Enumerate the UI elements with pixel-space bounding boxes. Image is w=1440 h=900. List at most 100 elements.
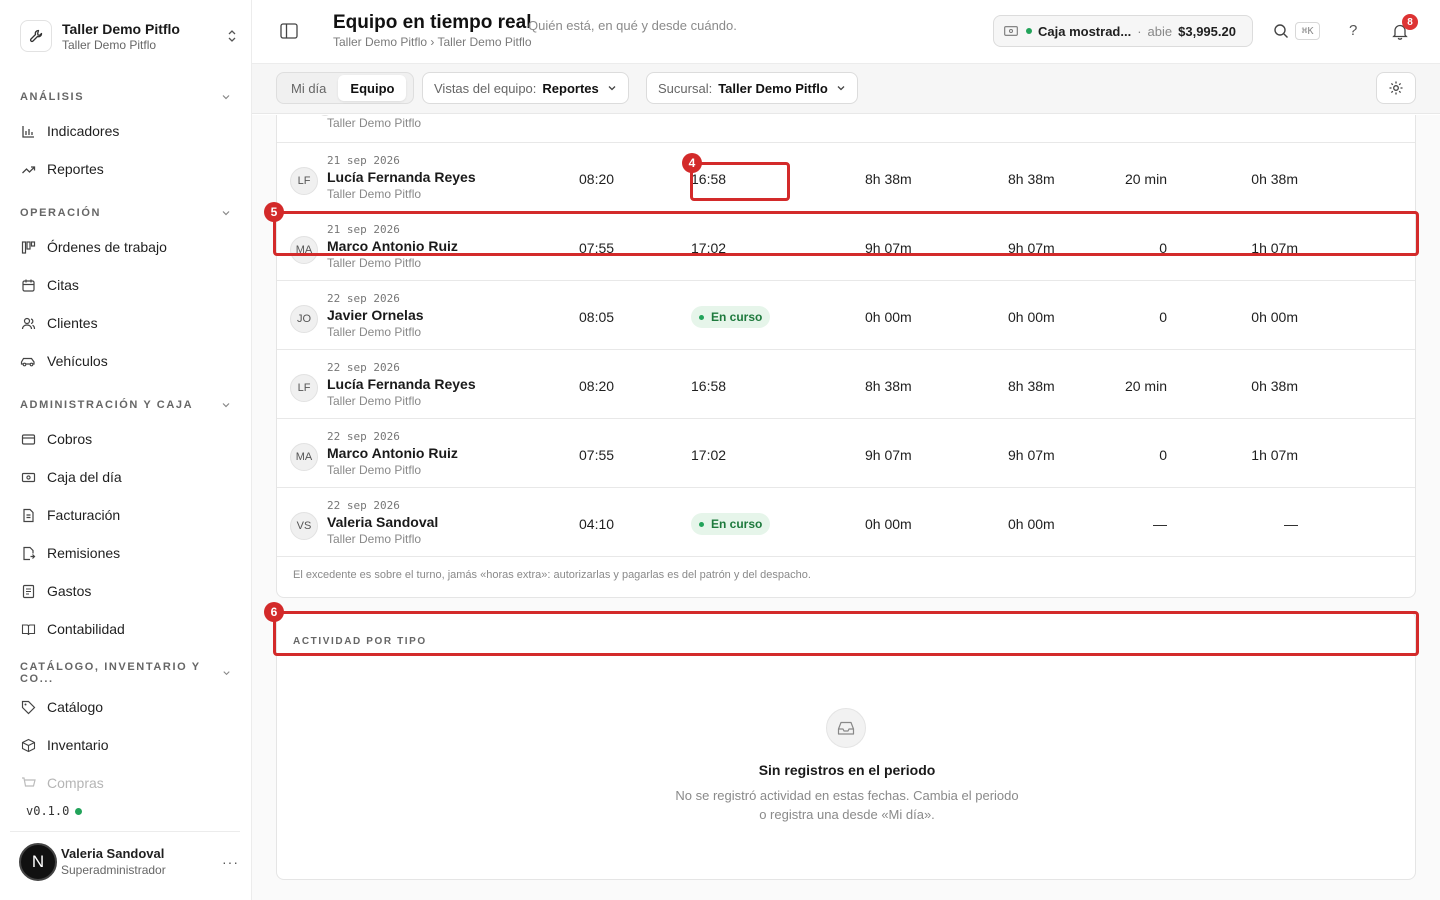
sidebar-item-clientes[interactable]: Clientes bbox=[20, 308, 232, 338]
file-arrow-icon bbox=[20, 545, 36, 561]
annotation-box-6 bbox=[273, 611, 1419, 656]
search-icon[interactable] bbox=[1272, 22, 1290, 40]
wallet-icon bbox=[20, 431, 36, 447]
empty-state-line: No se registró actividad en estas fechas… bbox=[675, 788, 1019, 803]
user-role: Superadministrador bbox=[61, 863, 166, 877]
sidebar-toggle-icon[interactable] bbox=[280, 23, 300, 41]
dropdown-value: Reportes bbox=[542, 80, 599, 96]
sidebar-item-compras[interactable]: Compras bbox=[20, 768, 232, 798]
sidebar-item-citas[interactable]: Citas bbox=[20, 270, 232, 300]
breadcrumb[interactable]: Taller Demo Pitflo › Taller Demo Pitflo bbox=[333, 35, 532, 49]
annotation-box-4 bbox=[690, 162, 790, 201]
avatar: LF bbox=[290, 167, 318, 195]
sidebar-item-label: Facturación bbox=[47, 507, 121, 523]
section-title: OPERACIÓN bbox=[20, 207, 102, 219]
empty-state-line: o registra una desde «Mi día». bbox=[759, 807, 935, 822]
row-branch: Taller Demo Pitflo bbox=[327, 325, 422, 339]
workspace-switcher[interactable]: Taller Demo Pitflo Taller Demo Pitflo bbox=[20, 16, 240, 56]
calendar-icon bbox=[20, 277, 36, 293]
pause-time: — bbox=[1153, 516, 1167, 532]
avatar: JO bbox=[290, 305, 318, 333]
sidebar-item-label: Remisiones bbox=[47, 545, 121, 561]
chevron-down-icon bbox=[222, 211, 230, 216]
section-administracion[interactable]: ADMINISTRACIÓN Y CAJA bbox=[20, 397, 232, 413]
sidebar-item-vehiculos[interactable]: Vehículos bbox=[20, 346, 232, 376]
users-icon bbox=[20, 315, 36, 331]
section-analisis[interactable]: ANÁLISIS bbox=[20, 89, 232, 105]
section-title: CATÁLOGO, INVENTARIO Y CO... bbox=[20, 661, 201, 685]
user-menu[interactable]: N Valeria Sandoval Superadministrador ··… bbox=[19, 843, 239, 881]
sidebar-item-inventario[interactable]: Inventario bbox=[20, 730, 232, 760]
table-row[interactable]: LF 22 sep 2026 Lucía Fernanda Reyes Tall… bbox=[277, 349, 1415, 418]
wrench-icon bbox=[20, 20, 52, 52]
clock-in: 07:55 bbox=[579, 447, 615, 463]
row-date: 22 sep 2026 bbox=[327, 361, 400, 374]
sidebar-item-contabilidad[interactable]: Contabilidad bbox=[20, 614, 232, 644]
cash-register-status: abie bbox=[1147, 23, 1173, 39]
effective-time: 8h 38m bbox=[1008, 378, 1055, 394]
worked-time: 8h 38m bbox=[865, 171, 912, 187]
chevron-down-icon bbox=[837, 86, 845, 91]
status-badge: En curso bbox=[691, 306, 771, 328]
annotation-box-5 bbox=[273, 211, 1419, 256]
help-icon[interactable]: ? bbox=[1349, 22, 1357, 39]
table-row[interactable]: JO 22 sep 2026 Javier Ornelas Taller Dem… bbox=[277, 280, 1415, 349]
page-subtitle: Quién está, en qué y desde cuándo. bbox=[528, 18, 737, 33]
branch-dropdown[interactable]: Sucursal: Taller Demo Pitflo bbox=[646, 72, 858, 104]
table-row[interactable]: LF 21 sep 2026 Lucía Fernanda Reyes Tall… bbox=[277, 142, 1415, 211]
sidebar-item-reportes[interactable]: Reportes bbox=[20, 154, 232, 184]
cash-register-button[interactable]: Caja mostrad... · abie $3,995.20 bbox=[993, 15, 1253, 47]
gear-icon bbox=[1389, 81, 1403, 95]
sidebar-item-catalogo[interactable]: Catálogo bbox=[20, 692, 232, 722]
annotation-marker-5: 5 bbox=[264, 202, 284, 222]
sidebar-item-label: Gastos bbox=[47, 583, 92, 599]
section-catalogo[interactable]: CATÁLOGO, INVENTARIO Y CO... bbox=[20, 661, 232, 685]
sidebar-item-label: Indicadores bbox=[47, 123, 120, 139]
status-label: En curso bbox=[711, 517, 763, 531]
employee-name: Lucía Fernanda Reyes bbox=[327, 169, 476, 185]
workspace-name: Taller Demo Pitflo bbox=[62, 20, 180, 37]
status-dot bbox=[1026, 28, 1032, 34]
sidebar-item-caja[interactable]: Caja del día bbox=[20, 462, 232, 492]
sidebar-item-label: Reportes bbox=[47, 161, 104, 177]
table-row[interactable]: MA 22 sep 2026 Marco Antonio Ruiz Taller… bbox=[277, 418, 1415, 487]
avatar: VS bbox=[290, 512, 318, 540]
sidebar-item-indicadores[interactable]: Indicadores bbox=[20, 116, 232, 146]
notification-count-badge: 8 bbox=[1402, 14, 1418, 30]
row-branch: Taller Demo Pitflo bbox=[327, 256, 422, 270]
sidebar-item-facturacion[interactable]: Facturación bbox=[20, 500, 232, 530]
sidebar-item-ordenes[interactable]: Órdenes de trabajo bbox=[20, 232, 232, 262]
avatar: MA bbox=[290, 443, 318, 471]
tab-equipo[interactable]: Equipo bbox=[338, 75, 407, 101]
tab-mi-dia[interactable]: Mi día bbox=[279, 75, 338, 101]
sidebar-item-gastos[interactable]: Gastos bbox=[20, 576, 232, 606]
worked-time: 9h 07m bbox=[865, 447, 912, 463]
workspace-subtitle: Taller Demo Pitflo bbox=[62, 37, 157, 52]
team-views-dropdown[interactable]: Vistas del equipo: Reportes bbox=[422, 72, 629, 104]
row-date: 21 sep 2026 bbox=[327, 154, 400, 167]
employee-name: Valeria Sandoval bbox=[327, 514, 439, 530]
empty-state-description: No se registró actividad en estas fechas… bbox=[647, 786, 1047, 824]
cash-register-name: Caja mostrad... bbox=[1038, 23, 1132, 39]
excess-time: 0h 38m bbox=[1251, 171, 1298, 187]
effective-time: 0h 00m bbox=[1008, 516, 1055, 532]
effective-time: 0h 00m bbox=[1008, 309, 1055, 325]
sidebar-item-cobros[interactable]: Cobros bbox=[20, 424, 232, 454]
app-version: v0.1.0 bbox=[26, 804, 83, 818]
sidebar-item-remisiones[interactable]: Remisiones bbox=[20, 538, 232, 568]
sidebar-item-label: Contabilidad bbox=[47, 621, 125, 637]
section-title: ANÁLISIS bbox=[20, 91, 85, 103]
sidebar-item-label: Citas bbox=[47, 277, 79, 293]
row-branch: Taller Demo Pitflo bbox=[327, 463, 422, 477]
clock-in: 08:05 bbox=[579, 309, 615, 325]
settings-button[interactable] bbox=[1376, 72, 1416, 104]
section-operacion[interactable]: OPERACIÓN bbox=[20, 205, 232, 221]
status-dot bbox=[75, 807, 83, 815]
effective-time: 9h 07m bbox=[1008, 447, 1055, 463]
clock-out: 17:02 bbox=[691, 447, 727, 463]
clock-in: 08:20 bbox=[579, 378, 615, 394]
more-icon[interactable]: ··· bbox=[222, 854, 239, 870]
table-row[interactable]: VS 22 sep 2026 Valeria Sandoval Taller D… bbox=[277, 487, 1415, 556]
worked-time: 0h 00m bbox=[865, 309, 912, 325]
row-branch: Taller Demo Pitflo bbox=[327, 187, 422, 201]
